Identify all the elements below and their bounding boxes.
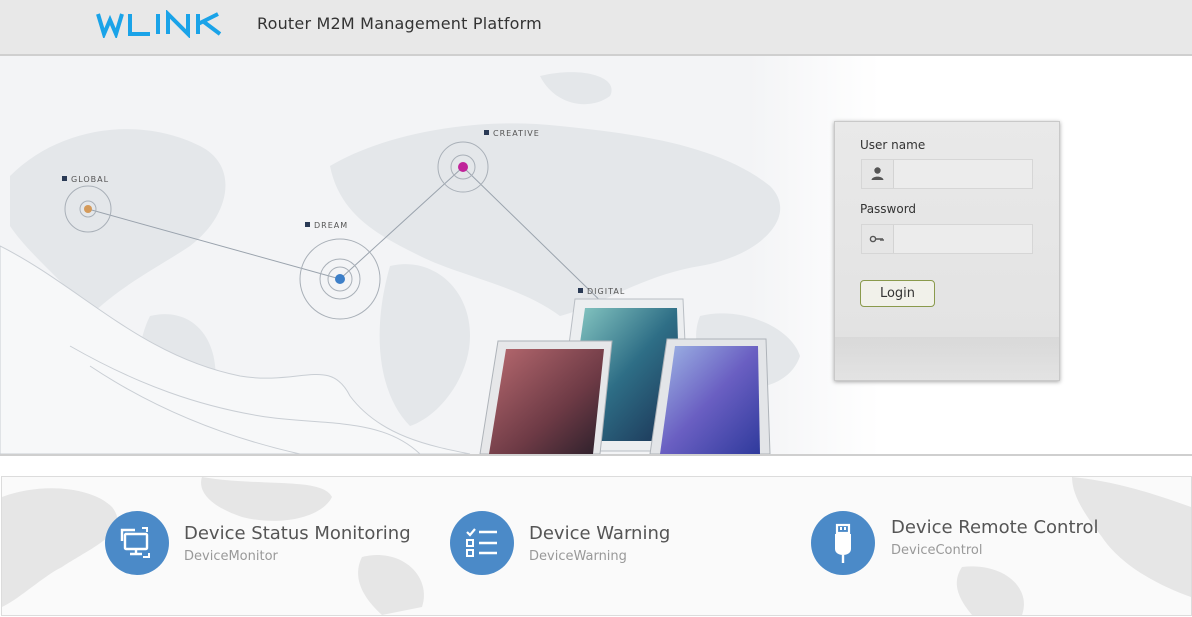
checklist-icon[interactable] <box>450 511 514 575</box>
feature-title-remote-control[interactable]: Device Remote Control <box>891 517 1099 538</box>
map-label-dream: DREAM <box>305 221 348 230</box>
feature-subtitle-monitoring: DeviceMonitor <box>184 549 278 564</box>
wlink-logo <box>96 10 222 38</box>
username-input[interactable] <box>894 160 1031 188</box>
usb-icon[interactable] <box>811 511 875 575</box>
username-label: User name <box>860 138 926 152</box>
user-icon <box>862 160 894 188</box>
features-strip: Device Status Monitoring DeviceMonitor D… <box>1 476 1192 616</box>
header-bar: Router M2M Management Platform <box>0 0 1192 56</box>
login-panel: User name Password Login <box>834 121 1060 381</box>
map-label-creative: CREATIVE <box>484 129 540 138</box>
hero-divider <box>0 454 1192 456</box>
username-field-wrapper <box>861 159 1033 189</box>
login-button[interactable]: Login <box>860 280 935 307</box>
feature-subtitle-warning: DeviceWarning <box>529 549 627 564</box>
feature-title-warning[interactable]: Device Warning <box>529 523 670 544</box>
map-label-digital: DIGITAL <box>578 287 625 296</box>
monitor-sync-icon[interactable] <box>105 511 169 575</box>
password-label: Password <box>860 202 917 216</box>
feature-subtitle-remote-control: DeviceControl <box>891 543 983 558</box>
key-icon <box>862 225 894 253</box>
password-input[interactable] <box>894 225 1031 253</box>
features-background-map <box>2 477 1191 615</box>
platform-title: Router M2M Management Platform <box>257 14 542 33</box>
feature-title-monitoring[interactable]: Device Status Monitoring <box>184 523 411 544</box>
map-label-global: GLOBAL <box>62 175 109 184</box>
world-map-illustration <box>0 56 880 454</box>
panel-shade <box>835 337 1059 380</box>
password-field-wrapper <box>861 224 1033 254</box>
